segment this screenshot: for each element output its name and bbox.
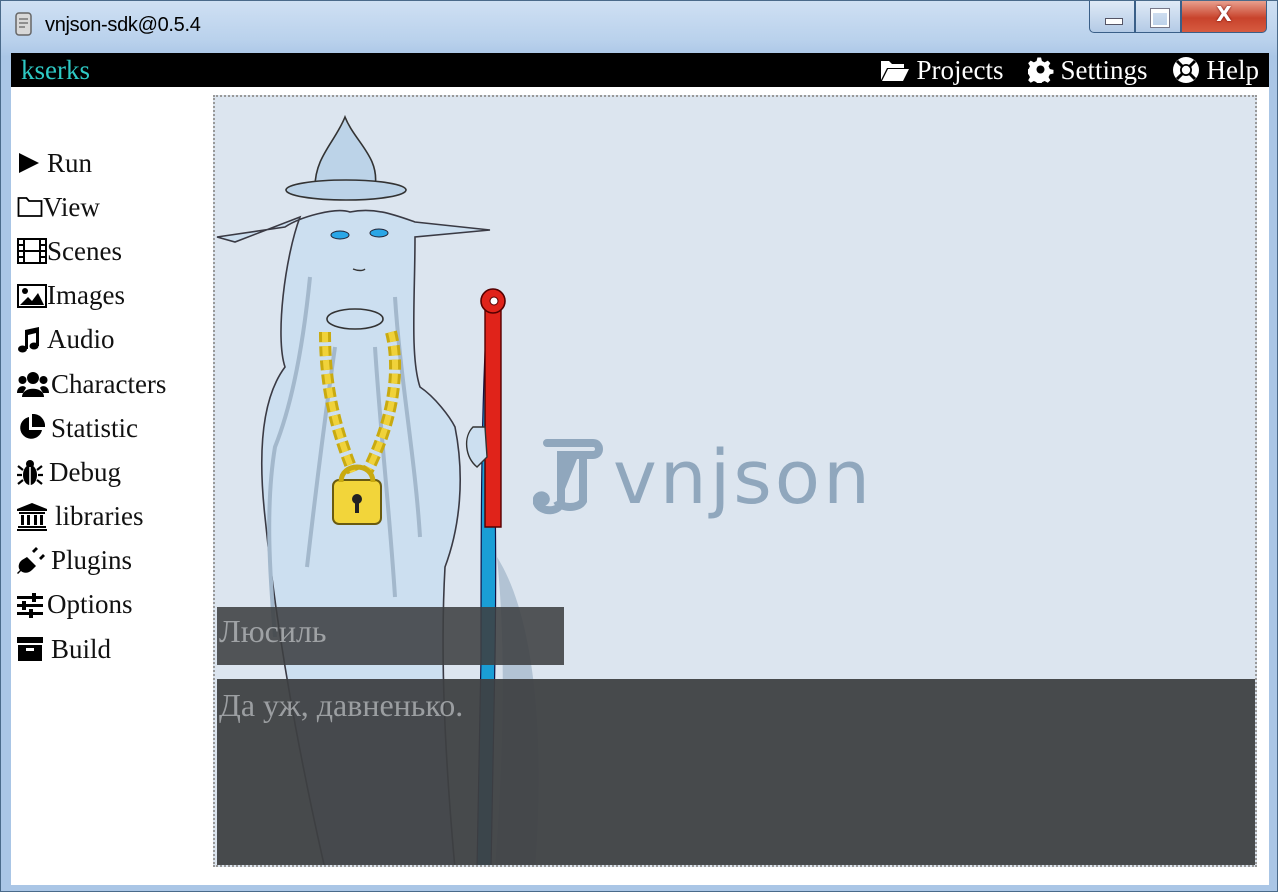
brand-link[interactable]: kserks bbox=[21, 54, 90, 86]
film-icon bbox=[17, 238, 47, 265]
scroll-app-icon bbox=[15, 12, 32, 36]
pie-chart-icon bbox=[20, 414, 45, 439]
sidebar-item-characters[interactable]: Characters bbox=[11, 362, 211, 406]
sidebar-item-label: Scenes bbox=[47, 235, 122, 266]
sidebar-item-label: Options bbox=[47, 589, 133, 620]
sidebar-item-label: libraries bbox=[55, 501, 144, 532]
app-window: vnjson-sdk@0.5.4 X kserks Projects Setti… bbox=[0, 0, 1278, 892]
minimize-button[interactable] bbox=[1089, 1, 1135, 33]
nav-projects[interactable]: Projects bbox=[880, 54, 1004, 86]
music-icon bbox=[18, 326, 39, 353]
speaker-name: Люсиль bbox=[219, 613, 327, 649]
sliders-icon bbox=[17, 592, 43, 618]
users-icon bbox=[17, 372, 49, 398]
life-ring-icon bbox=[1172, 57, 1199, 83]
gear-icon bbox=[1027, 57, 1053, 83]
dialog-text: Да уж, давненько. bbox=[219, 687, 464, 723]
close-icon: X bbox=[1216, 2, 1232, 26]
sidebar-item-label: Statistic bbox=[51, 412, 138, 443]
sidebar-item-statistic[interactable]: Statistic bbox=[11, 406, 211, 450]
top-nav: Projects Settings Help bbox=[880, 53, 1259, 87]
image-icon bbox=[17, 283, 47, 308]
bug-icon bbox=[17, 460, 43, 486]
app-client: kserks Projects Settings Help Run View S… bbox=[11, 53, 1269, 885]
folder-open-icon bbox=[880, 61, 909, 81]
bank-icon bbox=[17, 502, 47, 531]
window-title: vnjson-sdk@0.5.4 bbox=[45, 14, 201, 36]
sidebar-item-debug[interactable]: Debug bbox=[11, 450, 211, 494]
top-menubar: kserks Projects Settings Help bbox=[11, 53, 1269, 87]
sidebar-item-label: Characters bbox=[51, 368, 167, 399]
nav-help-label: Help bbox=[1206, 55, 1259, 85]
sidebar-item-label: View bbox=[43, 191, 100, 222]
close-button[interactable]: X bbox=[1181, 1, 1267, 33]
speaker-name-box: Люсиль bbox=[217, 607, 564, 665]
sidebar-item-label: Images bbox=[47, 280, 125, 311]
sidebar-item-images[interactable]: Images bbox=[11, 274, 211, 318]
nav-help[interactable]: Help bbox=[1172, 54, 1259, 86]
logo-text: vnjson bbox=[613, 435, 873, 521]
sidebar-item-label: Build bbox=[51, 633, 112, 664]
preview-stage[interactable]: vnjson Люсиль Да уж, давненько. bbox=[213, 95, 1257, 867]
sidebar-item-options[interactable]: Options bbox=[11, 583, 211, 627]
sidebar-item-libraries[interactable]: libraries bbox=[11, 495, 211, 539]
nav-settings-label: Settings bbox=[1060, 55, 1148, 85]
maximize-icon bbox=[1150, 8, 1170, 28]
sidebar-item-label: Plugins bbox=[51, 545, 133, 576]
sidebar-item-label: Debug bbox=[49, 456, 121, 487]
sidebar: Run View Scenes Images Audio Characters bbox=[11, 141, 211, 671]
folder-icon bbox=[17, 197, 43, 218]
sidebar-item-audio[interactable]: Audio bbox=[11, 318, 211, 362]
nav-projects-label: Projects bbox=[916, 55, 1004, 85]
play-icon bbox=[19, 153, 39, 174]
vnjson-logo: vnjson bbox=[533, 435, 873, 521]
plug-icon bbox=[17, 546, 45, 574]
nav-settings[interactable]: Settings bbox=[1027, 54, 1148, 86]
dialog-box[interactable]: Да уж, давненько. bbox=[217, 679, 1255, 865]
sidebar-item-label: Run bbox=[47, 147, 93, 178]
archive-icon bbox=[17, 637, 43, 662]
sidebar-item-plugins[interactable]: Plugins bbox=[11, 539, 211, 583]
minimize-icon bbox=[1105, 18, 1123, 25]
sidebar-item-scenes[interactable]: Scenes bbox=[11, 229, 211, 273]
sidebar-item-view[interactable]: View bbox=[11, 185, 211, 229]
sidebar-item-run[interactable]: Run bbox=[11, 141, 211, 185]
window-titlebar[interactable]: vnjson-sdk@0.5.4 X bbox=[1, 1, 1278, 53]
sidebar-item-build[interactable]: Build bbox=[11, 627, 211, 671]
sidebar-item-label: Audio bbox=[47, 324, 115, 355]
maximize-button[interactable] bbox=[1135, 1, 1181, 33]
